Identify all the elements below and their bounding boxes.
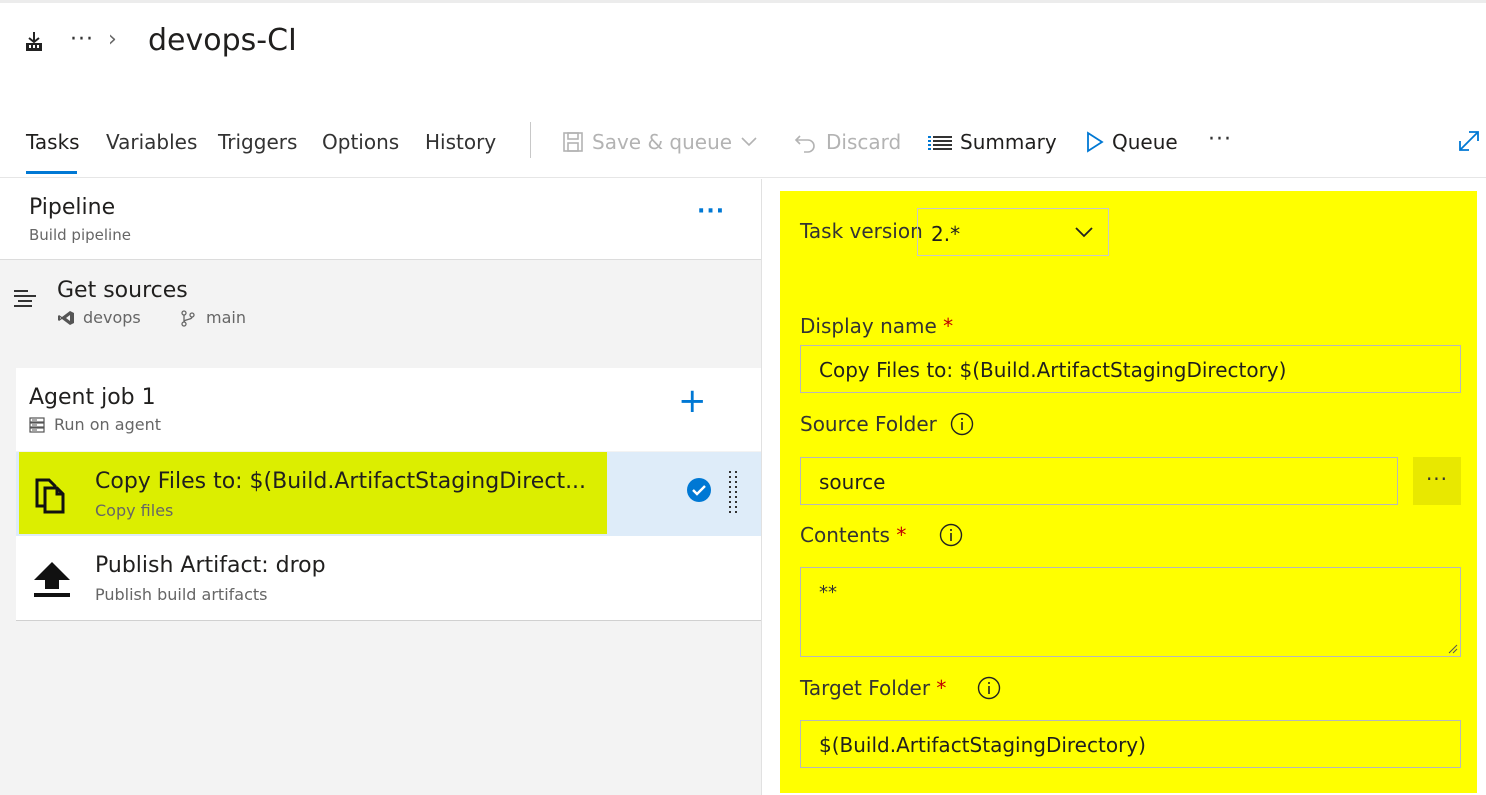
task-subtitle: Copy files (95, 501, 174, 520)
agent-job-title: Agent job 1 (29, 385, 156, 410)
contents-label: Contents * (800, 523, 906, 547)
required-marker: * (943, 314, 954, 338)
task-details-panel: Task version 2.* Display name * Copy Fil… (780, 191, 1477, 793)
tab-triggers[interactable]: Triggers (218, 130, 297, 154)
task-version-label: Task version (800, 219, 923, 243)
source-folder-input[interactable]: source (800, 457, 1398, 505)
pipeline-header[interactable]: Pipeline Build pipeline ··· (0, 179, 761, 260)
play-icon (1087, 131, 1104, 153)
agent-job-subtitle: Run on agent (54, 415, 161, 434)
task-version-value: 2.* (931, 222, 961, 246)
server-icon (29, 417, 45, 433)
get-sources-icon (14, 290, 36, 307)
required-marker: * (896, 523, 907, 547)
queue-label: Queue (1112, 130, 1178, 154)
task-row-copy-files[interactable]: Copy Files to: $(Build.ArtifactStagingDi… (16, 452, 761, 536)
task-subtitle: Publish build artifacts (95, 585, 268, 604)
display-name-label-text: Display name (800, 314, 937, 338)
header: ··· › devops-CI (0, 3, 1486, 93)
copy-files-icon (35, 478, 65, 514)
agent-job[interactable]: Agent job 1 Run on agent + (16, 368, 761, 451)
pipeline-subtitle: Build pipeline (29, 226, 131, 244)
display-name-label: Display name * (800, 314, 953, 338)
breadcrumb-chevron-icon: › (108, 27, 117, 52)
discard-label: Discard (826, 130, 902, 154)
checkmark-icon (687, 478, 711, 502)
branch-icon (181, 310, 195, 327)
resize-grip-icon[interactable] (1446, 642, 1458, 654)
task-list-divider (16, 620, 761, 621)
save-icon (563, 132, 583, 152)
page-title: devops-CI (148, 23, 297, 58)
contents-textarea[interactable]: ** (800, 567, 1461, 657)
expand-icon[interactable] (1456, 128, 1482, 154)
summary-button[interactable]: Summary (928, 130, 1057, 154)
active-tab-indicator (26, 171, 77, 174)
contents-label-text: Contents (800, 523, 890, 547)
info-icon[interactable] (977, 676, 1001, 700)
task-title: Copy Files to: $(Build.ArtifactStagingDi… (95, 469, 587, 494)
info-icon[interactable] (950, 412, 974, 436)
task-version-select[interactable]: 2.* (917, 208, 1109, 256)
required-marker: * (936, 676, 947, 700)
chevron-down-icon (741, 137, 757, 147)
contents-value: ** (819, 582, 837, 603)
target-folder-input[interactable]: $(Build.ArtifactStagingDirectory) (800, 720, 1461, 768)
toolbar-divider (530, 122, 531, 158)
queue-button[interactable]: Queue (1086, 130, 1178, 154)
pipeline-icon[interactable] (24, 30, 44, 52)
pipeline-title: Pipeline (29, 195, 116, 220)
breadcrumb-more-button[interactable]: ··· (70, 27, 94, 52)
display-name-input[interactable]: Copy Files to: $(Build.ArtifactStagingDi… (800, 345, 1461, 393)
source-repo-name: devops (83, 308, 141, 327)
summary-label: Summary (960, 130, 1057, 154)
save-queue-label: Save & queue (592, 130, 733, 154)
toolbar: Tasks Variables Triggers Options History… (0, 110, 1486, 178)
tab-options[interactable]: Options (322, 130, 399, 154)
task-title: Publish Artifact: drop (95, 553, 326, 578)
pipeline-tasks-panel: Pipeline Build pipeline ··· Get sources … (0, 179, 762, 795)
visual-studio-icon (58, 311, 74, 325)
undo-icon (794, 135, 815, 153)
source-folder-label: Source Folder (800, 412, 937, 436)
upload-icon (34, 562, 70, 597)
source-branch-name: main (206, 308, 246, 327)
toolbar-more-button[interactable]: ··· (1208, 127, 1232, 152)
tab-history[interactable]: History (425, 130, 496, 154)
pipeline-more-button[interactable]: ··· (697, 199, 725, 224)
add-task-button[interactable]: + (678, 384, 707, 418)
task-row-publish-artifact[interactable]: Publish Artifact: drop Publish build art… (16, 536, 761, 620)
browse-source-folder-button[interactable]: ··· (1413, 457, 1461, 505)
target-folder-label-text: Target Folder (800, 676, 931, 700)
info-icon[interactable] (939, 523, 963, 547)
target-folder-label: Target Folder * (800, 676, 946, 700)
discard-button[interactable]: Discard (794, 130, 901, 154)
list-icon (928, 136, 952, 150)
tab-variables[interactable]: Variables (106, 130, 197, 154)
get-sources-title[interactable]: Get sources (57, 278, 188, 303)
drag-handle-icon[interactable] (726, 470, 740, 514)
save-queue-button[interactable]: Save & queue (562, 130, 758, 154)
chevron-down-icon (1075, 227, 1093, 238)
tab-tasks[interactable]: Tasks (26, 130, 80, 154)
